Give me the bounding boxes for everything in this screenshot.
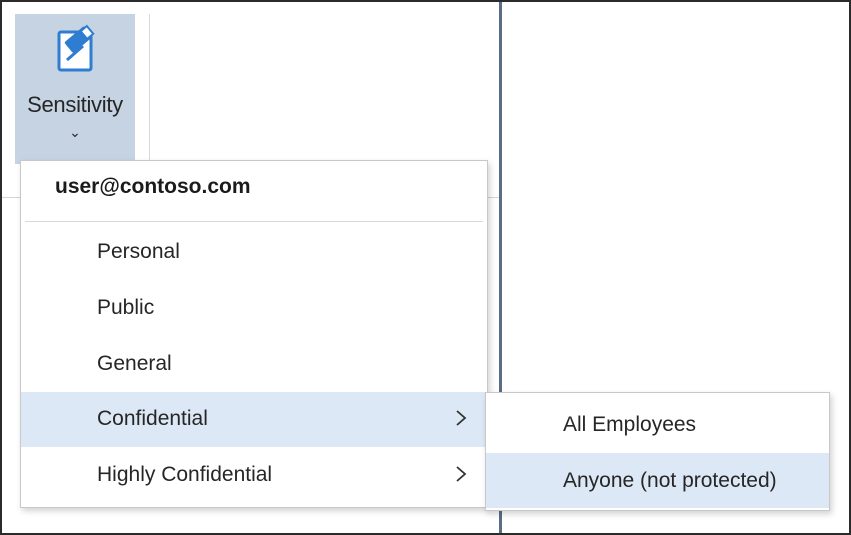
ribbon-group-separator [149, 14, 150, 164]
submenu-item-anyone[interactable]: Anyone (not protected) [486, 453, 829, 508]
chevron-right-icon [456, 410, 467, 426]
chevron-down-icon: ⌄ [69, 124, 81, 140]
menu-item-highly-confidential[interactable]: Highly Confidential [21, 448, 487, 503]
menu-item-label: Highly Confidential [97, 463, 273, 486]
menu-item-confidential[interactable]: Confidential [21, 392, 487, 447]
sensitivity-label: Sensitivity [27, 92, 123, 117]
menu-item-public[interactable]: Public [21, 281, 487, 336]
menu-item-label: Public [97, 296, 155, 319]
chevron-right-icon [456, 466, 467, 482]
account-header: user@contoso.com [55, 175, 251, 198]
sensitivity-menu: user@contoso.com Personal Public General… [20, 160, 488, 508]
menu-item-label: General [97, 352, 172, 375]
menu-separator [25, 221, 483, 222]
sensitivity-tag-icon [57, 24, 95, 72]
submenu-item-label: Anyone (not protected) [563, 469, 777, 492]
sensitivity-button[interactable]: Sensitivity ⌄ [15, 14, 135, 164]
confidential-submenu: All Employees Anyone (not protected) [485, 392, 830, 511]
menu-item-label: Confidential [97, 407, 208, 430]
submenu-item-all-employees[interactable]: All Employees [486, 397, 829, 452]
submenu-item-label: All Employees [563, 413, 697, 436]
menu-item-personal[interactable]: Personal [21, 225, 487, 280]
menu-item-label: Personal [97, 240, 180, 263]
menu-item-general[interactable]: General [21, 337, 487, 392]
